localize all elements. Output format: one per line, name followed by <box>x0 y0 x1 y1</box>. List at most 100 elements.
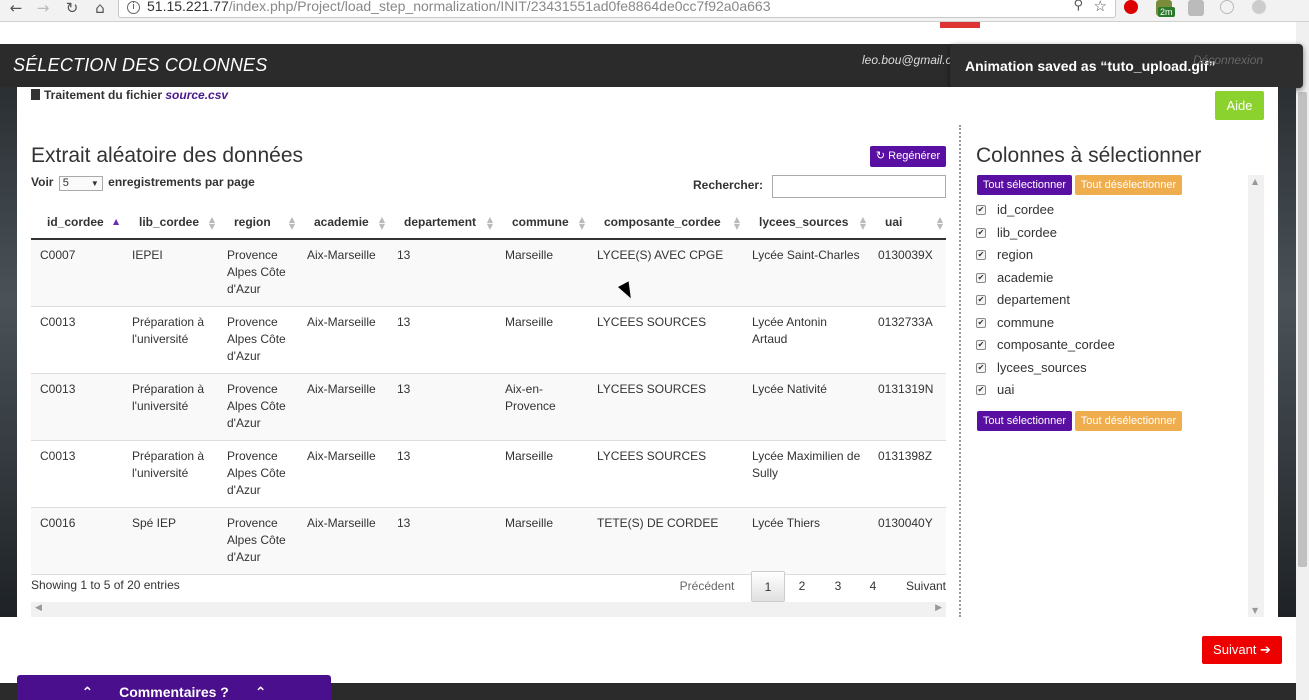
checkbox-checked[interactable]: ✔ <box>976 250 986 260</box>
table-cell: LYCEE(S) AVEC CPGE <box>588 239 743 307</box>
sort-icon: ▲ ▼ <box>378 215 385 231</box>
table-cell: LYCEES SOURCES <box>588 373 743 441</box>
select-all-button-top[interactable]: Tout sélectionner <box>977 175 1072 195</box>
reload-icon[interactable]: ↻ <box>62 0 82 20</box>
table-cell: 13 <box>388 440 496 508</box>
bookmark-star-icon[interactable]: ☆ <box>1094 0 1107 15</box>
checkbox-checked[interactable]: ✔ <box>976 385 986 395</box>
main-card: Traitement du fichier source.csv Aide Ex… <box>17 87 1278 617</box>
checkbox-checked[interactable]: ✔ <box>976 340 986 350</box>
column-header[interactable]: composante_cordee ▲ ▼ <box>588 206 743 240</box>
column-header[interactable]: id_cordee ▲ <box>31 206 123 240</box>
sort-icon: ▲ <box>113 217 120 226</box>
pagination-page-1[interactable]: 1 <box>751 571 785 602</box>
pagination-previous[interactable]: Précédent <box>677 571 737 602</box>
column-checkbox-label: id_cordee <box>997 202 1055 217</box>
table-info: Showing 1 to 5 of 20 entries <box>31 578 180 592</box>
help-button[interactable]: Aide <box>1215 91 1264 120</box>
pagination-page-2[interactable]: 2 <box>787 571 817 602</box>
page-title: SÉLECTION DES COLONNES <box>13 55 268 75</box>
table-cell: 13 <box>388 507 496 575</box>
regenerate-button[interactable]: ↻ Regénérer <box>870 146 946 167</box>
column-checkbox-label: departement <box>997 292 1070 307</box>
table-cell: Aix-Marseille <box>298 440 388 508</box>
home-icon[interactable]: ⌂ <box>90 0 110 20</box>
table-row: C0013 Préparation à l'université Provence … <box>31 373 946 441</box>
pagination-next[interactable]: Suivant <box>899 571 953 602</box>
extension-badge: 2m <box>1158 7 1175 17</box>
page-scrollbar[interactable] <box>1296 22 1309 700</box>
forward-icon[interactable]: → <box>33 0 53 20</box>
column-checkbox-label: uai <box>997 382 1015 397</box>
scroll-down-icon[interactable]: ▼ <box>1252 606 1258 615</box>
scroll-left-icon[interactable]: ◀ <box>35 603 42 613</box>
toast-message: Animation saved as “tuto_upload.gif” <box>965 58 1216 74</box>
column-header[interactable]: lycees_sources ▲ ▼ <box>743 206 869 240</box>
checkbox-checked[interactable]: ✔ <box>976 295 986 305</box>
url-text: 51.15.221.77/index.php/Project/load_step… <box>147 0 771 14</box>
address-bar[interactable]: i 51.15.221.77/index.php/Project/load_st… <box>118 0 1116 18</box>
table-row: C0016 Spé IEP Provence Alpes Côte d'Azur Ai… <box>31 507 946 575</box>
checkbox-checked[interactable]: ✔ <box>976 362 986 373</box>
extension-circle-icon[interactable] <box>1220 0 1234 14</box>
column-header[interactable]: lib_cordee ▲ ▼ <box>123 206 218 240</box>
toast-notification: Animation saved as “tuto_upload.gif” Déc… <box>950 44 1303 88</box>
file-icon <box>31 89 40 100</box>
table-horizontal-scrollbar[interactable]: ◀ ▶ <box>31 602 946 617</box>
pagination-page-3[interactable]: 3 <box>823 571 853 602</box>
column-header[interactable]: academie ▲ ▼ <box>298 206 388 240</box>
table-cell: Marseille <box>496 440 588 508</box>
table-cell: IEPEI <box>123 239 218 307</box>
column-header[interactable]: uai ▲ ▼ <box>869 206 946 240</box>
back-icon[interactable]: ← <box>6 0 26 20</box>
column-checkbox-label: lycees_sources <box>997 359 1087 375</box>
next-step-button[interactable]: Suivant ➔ <box>1202 636 1282 664</box>
column-selection-title: Colonnes à sélectionner <box>976 144 1202 167</box>
page-length-select[interactable]: 5 <box>58 176 103 191</box>
deselect-all-button-bottom[interactable]: Tout désélectionner <box>1075 411 1182 431</box>
scroll-up-icon[interactable]: ▲ <box>1252 177 1258 186</box>
table-cell: Préparation à l'université <box>123 440 218 508</box>
extension-light-icon[interactable] <box>1252 0 1266 14</box>
logout-link[interactable]: Déconnexion <box>1193 53 1263 67</box>
table-cell: Lycée Antonin Artaud <box>743 306 869 374</box>
checkbox-checked[interactable]: ✔ <box>976 205 986 215</box>
refresh-icon: ↻ <box>875 150 889 162</box>
column-list-scrollbar[interactable]: ▲ ▼ <box>1248 175 1264 617</box>
select-all-button-bottom[interactable]: Tout sélectionner <box>977 411 1072 431</box>
deselect-all-button-top[interactable]: Tout désélectionner <box>1075 175 1182 195</box>
table-cell: 13 <box>388 373 496 441</box>
table-cell: Provence Alpes Côte d'Azur <box>218 507 298 575</box>
table-cell: TETE(S) DE CORDEE <box>588 507 743 575</box>
column-checkbox-label: lib_cordee <box>997 224 1057 240</box>
table-cell: LYCEES SOURCES <box>588 306 743 374</box>
column-checkbox-label: commune <box>997 314 1055 330</box>
checkbox-checked[interactable]: ✔ <box>976 227 986 238</box>
page-scrollbar-thumb[interactable] <box>1298 92 1307 567</box>
table-row: C0013 Préparation à l'université Provence … <box>31 306 946 374</box>
browser-toolbar: ← → ↻ ⌂ i 51.15.221.77/index.php/Project… <box>0 0 1309 22</box>
checkbox-checked[interactable]: ✔ <box>976 317 986 328</box>
column-header[interactable]: commune ▲ ▼ <box>496 206 588 240</box>
column-header[interactable]: departement ▲ ▼ <box>388 206 496 240</box>
comments-toggle[interactable]: ⌃ Commentaires ? ⌃ <box>17 675 331 700</box>
checkbox-checked[interactable]: ✔ <box>976 272 986 283</box>
table-cell: Aix-Marseille <box>298 373 388 441</box>
extension-red-icon[interactable] <box>1124 0 1138 14</box>
header-logo-strip <box>940 22 980 28</box>
info-icon[interactable]: i <box>127 1 140 14</box>
table-cell: Marseille <box>496 239 588 307</box>
table-cell: Marseille <box>496 306 588 374</box>
extension-grey-icon[interactable] <box>1188 0 1204 16</box>
table-cell: 13 <box>388 239 496 307</box>
data-preview-panel: Extrait aléatoire des données ↻ Regénére… <box>31 127 946 617</box>
search-input[interactable] <box>772 175 946 198</box>
table-cell: Aix-Marseille <box>298 239 388 307</box>
column-header[interactable]: region ▲ ▼ <box>218 206 298 240</box>
table-cell: Aix-Marseille <box>298 507 388 575</box>
pagination-page-4[interactable]: 4 <box>858 571 888 602</box>
table-cell: Provence Alpes Côte d'Azur <box>218 239 298 307</box>
zoom-icon[interactable]: ⚲ <box>1073 0 1083 13</box>
background-left <box>0 87 17 617</box>
scroll-right-icon[interactable]: ▶ <box>935 603 942 613</box>
